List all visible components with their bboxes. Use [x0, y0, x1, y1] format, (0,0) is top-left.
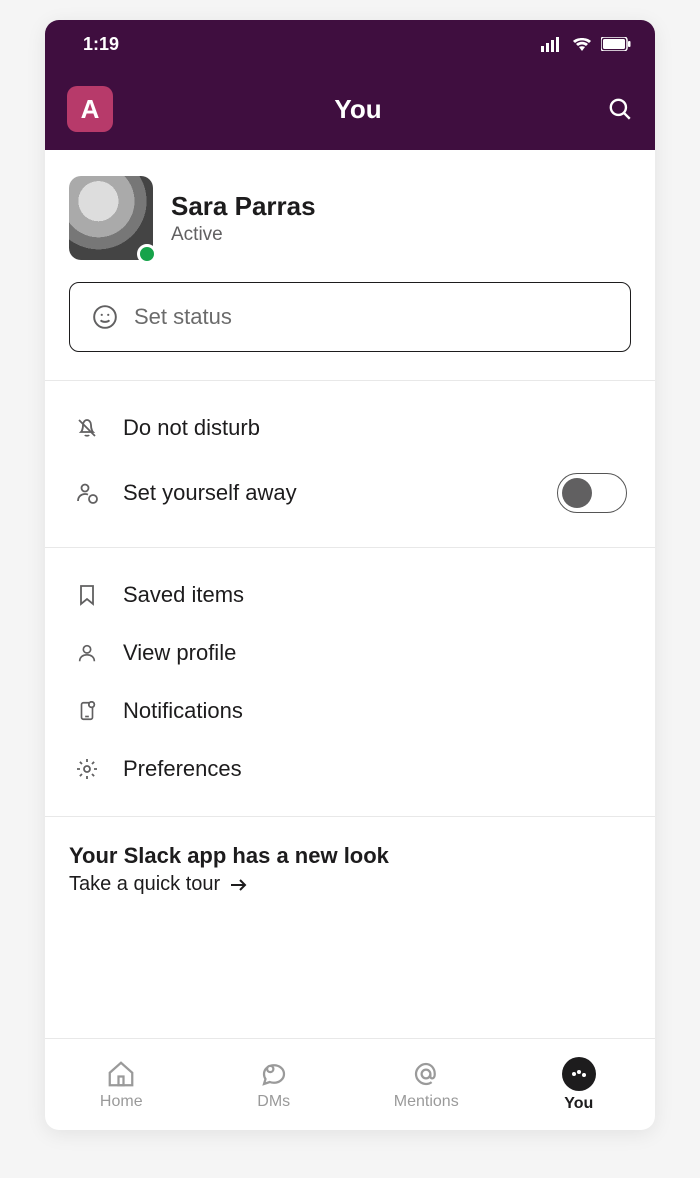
- app-window: 1:19 A You Sara Pa: [45, 20, 655, 1130]
- workspace-initial: A: [81, 94, 100, 125]
- away-toggle[interactable]: [557, 473, 627, 513]
- tab-you[interactable]: You: [503, 1039, 656, 1130]
- at-icon: [411, 1059, 441, 1089]
- view-profile-item[interactable]: View profile: [45, 624, 655, 682]
- item-label: Notifications: [123, 698, 243, 724]
- header: A You: [45, 68, 655, 150]
- presence-indicator: [137, 244, 157, 264]
- you-icon: [562, 1057, 596, 1091]
- statusbar-icons: [541, 36, 631, 52]
- tab-label: Home: [100, 1093, 143, 1111]
- status-section: Set status: [45, 268, 655, 380]
- person-away-icon: [73, 481, 101, 505]
- notifications-item[interactable]: Notifications: [45, 682, 655, 740]
- toggle-knob: [562, 478, 592, 508]
- item-label: Do not disturb: [123, 415, 260, 441]
- item-label: Set yourself away: [123, 480, 535, 506]
- tab-label: Mentions: [394, 1093, 459, 1111]
- search-button[interactable]: [603, 96, 633, 122]
- home-icon: [106, 1059, 136, 1089]
- statusbar-time: 1:19: [83, 34, 119, 55]
- bookmark-icon: [73, 583, 101, 607]
- wifi-icon: [571, 36, 593, 52]
- tab-label: DMs: [257, 1093, 290, 1111]
- tab-home[interactable]: Home: [45, 1039, 198, 1130]
- user-name: Sara Parras: [171, 191, 316, 222]
- avatar: [69, 176, 153, 260]
- bell-off-icon: [73, 416, 101, 440]
- statusbar: 1:19: [45, 20, 655, 68]
- tab-dms[interactable]: DMs: [198, 1039, 351, 1130]
- banner-title: Your Slack app has a new look: [69, 843, 631, 869]
- workspace-switcher[interactable]: A: [67, 86, 113, 132]
- item-label: Preferences: [123, 756, 242, 782]
- smile-icon: [92, 304, 118, 330]
- arrow-right-icon: [230, 877, 248, 893]
- availability-section: Do not disturb Set yourself away: [45, 381, 655, 547]
- content: Sara Parras Active Set status Do not dis…: [45, 150, 655, 1038]
- take-tour-link[interactable]: Take a quick tour: [69, 873, 631, 896]
- profile-summary[interactable]: Sara Parras Active: [45, 150, 655, 268]
- set-away-item[interactable]: Set yourself away: [45, 457, 655, 529]
- do-not-disturb-item[interactable]: Do not disturb: [45, 399, 655, 457]
- item-label: Saved items: [123, 582, 244, 608]
- item-label: View profile: [123, 640, 236, 666]
- banner-link-text: Take a quick tour: [69, 873, 220, 896]
- gear-icon: [73, 757, 101, 781]
- battery-icon: [601, 37, 631, 51]
- settings-section: Saved items View profile Notifications P…: [45, 548, 655, 816]
- phone-notify-icon: [73, 699, 101, 723]
- tabbar: Home DMs Mentions You: [45, 1038, 655, 1130]
- tab-label: You: [564, 1095, 593, 1113]
- person-icon: [73, 641, 101, 665]
- profile-text: Sara Parras Active: [171, 191, 316, 246]
- dms-icon: [259, 1059, 289, 1089]
- user-presence: Active: [171, 224, 316, 246]
- saved-items-item[interactable]: Saved items: [45, 566, 655, 624]
- set-status-placeholder: Set status: [134, 304, 232, 330]
- page-title: You: [113, 94, 603, 125]
- tab-mentions[interactable]: Mentions: [350, 1039, 503, 1130]
- signal-icon: [541, 36, 563, 52]
- set-status-input[interactable]: Set status: [69, 282, 631, 352]
- preferences-item[interactable]: Preferences: [45, 740, 655, 798]
- whats-new-banner: Your Slack app has a new look Take a qui…: [45, 817, 655, 936]
